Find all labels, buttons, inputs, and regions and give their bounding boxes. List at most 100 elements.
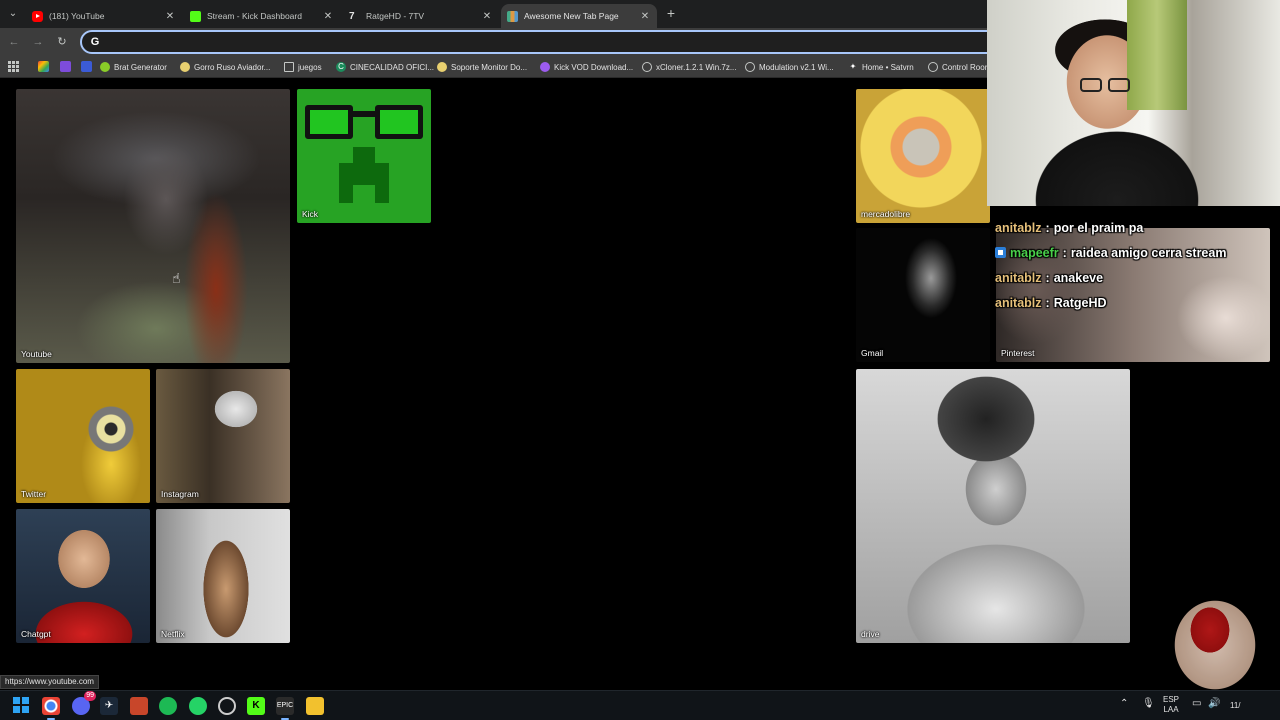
status-url-bubble: https://www.youtube.com <box>0 675 99 689</box>
bookmark-item[interactable]: ✦ Home • Satvrn <box>848 59 914 75</box>
steam-icon[interactable]: ✈ <box>100 697 118 715</box>
shortcut-netflix[interactable]: Netflix <box>156 509 290 643</box>
star-icon: ✦ <box>849 62 857 71</box>
close-icon[interactable]: ✕ <box>639 11 651 22</box>
back-arrow-icon[interactable]: ← <box>6 34 22 50</box>
bookmark-item[interactable]: Gorro Ruso Aviador... <box>180 59 270 75</box>
creeper-glasses-icon <box>305 105 423 139</box>
tab-youtube[interactable]: (181) YouTube ✕ <box>26 4 182 28</box>
shortcut-label: drive <box>861 629 880 639</box>
app-icon[interactable] <box>130 697 148 715</box>
bookmark-folder[interactable]: juegos <box>284 59 322 75</box>
bookmark-label: Soporte Monitor Do... <box>451 62 528 72</box>
twitch-bookmark-icon[interactable] <box>60 61 71 72</box>
bookmark-item[interactable]: Soporte Monitor Do... <box>437 59 527 75</box>
tab-new-tab-page[interactable]: Awesome New Tab Page ✕ <box>501 4 657 28</box>
bookmark-label: juegos <box>298 62 322 72</box>
address-input[interactable] <box>104 33 984 51</box>
file-explorer-icon[interactable] <box>306 697 324 715</box>
shortcut-label: Youtube <box>21 349 52 359</box>
chat-message: mapeefr : raidea amigo cerra stream <box>995 240 1280 265</box>
apps-grid-icon[interactable] <box>8 61 19 72</box>
chat-username: anitablz <box>995 295 1042 310</box>
shortcut-kick[interactable]: Kick <box>297 89 431 223</box>
chat-separator: : <box>1045 220 1050 235</box>
close-icon[interactable]: ✕ <box>322 11 334 22</box>
clock[interactable]: 11/ <box>1230 701 1241 711</box>
shortcut-label: Gmail <box>861 348 884 358</box>
bookmark-item[interactable]: Brat Generator <box>100 59 167 75</box>
chat-message: anitablz : anakeve <box>995 265 1280 290</box>
tab-title: Stream - Kick Dashboard <box>207 11 302 21</box>
tab-title: Awesome New Tab Page <box>524 11 619 21</box>
obs-icon[interactable] <box>218 697 236 715</box>
gmail-bookmark-icon[interactable] <box>38 61 49 72</box>
chat-text: raidea amigo cerra stream <box>1070 245 1227 260</box>
bookmark-label: Kick VOD Download... <box>554 62 634 72</box>
chrome-icon[interactable] <box>42 697 60 720</box>
chat-username: anitablz <box>995 220 1042 235</box>
language-indicator[interactable]: ESP LAA <box>1163 695 1179 715</box>
tray-chevron-icon[interactable]: ⌃ <box>1120 699 1128 709</box>
chat-text: anakeve <box>1053 270 1104 285</box>
microphone-icon[interactable]: 🎙 <box>1142 699 1155 709</box>
folder-icon <box>284 62 294 72</box>
webcam-overlay <box>987 0 1280 206</box>
google-g-icon: G <box>90 36 100 48</box>
bookmark-label: Home • Satvrn <box>862 62 914 72</box>
bookmark-item[interactable]: Modulation v2.1 Wi... <box>745 59 834 75</box>
bookmark-item[interactable]: xCloner.1.2.1 Win.7z... <box>642 59 736 75</box>
discord-icon[interactable]: 99 <box>72 691 96 715</box>
reload-icon[interactable]: ↻ <box>54 34 70 50</box>
tab-kick-dashboard[interactable]: Stream - Kick Dashboard ✕ <box>184 4 340 28</box>
epic-games-icon[interactable]: EPIC <box>276 697 294 720</box>
shortcut-label: Chatgpt <box>21 629 51 639</box>
close-icon[interactable]: ✕ <box>481 11 493 22</box>
bookmark-label: xCloner.1.2.1 Win.7z... <box>656 62 737 72</box>
close-icon[interactable]: ✕ <box>164 11 176 22</box>
bookmark-item[interactable]: Control Roor <box>928 59 987 75</box>
new-tab-grid-icon <box>507 10 518 22</box>
chat-text: RatgeHD <box>1053 295 1107 310</box>
kick-app-icon[interactable]: K <box>247 697 265 715</box>
shortcut-chatgpt[interactable]: Chatgpt <box>16 509 150 643</box>
spotify-icon[interactable] <box>159 697 177 715</box>
stream-chat-overlay: anitablz : por el praim pa mapeefr : rai… <box>995 215 1280 315</box>
kick-vod-icon <box>540 62 550 72</box>
chat-separator: : <box>1045 295 1050 310</box>
windows-taskbar: 99 ✈ K EPIC ⌃ 🎙 ESP LAA ▭ 🔊 11/ <box>0 690 1280 720</box>
bookmark-blue-icon[interactable] <box>81 61 92 72</box>
forward-arrow-icon[interactable]: → <box>30 34 46 50</box>
shortcut-label: Netflix <box>161 629 185 639</box>
display-icon[interactable]: ▭ <box>1192 699 1201 709</box>
bookmark-icon <box>180 62 190 72</box>
whatsapp-icon[interactable] <box>189 697 207 715</box>
tab-search-dropdown-icon[interactable]: ⌄ <box>4 5 22 23</box>
chat-username: anitablz <box>995 270 1042 285</box>
shortcut-gmail[interactable]: Gmail <box>856 228 990 362</box>
shortcut-drive[interactable]: drive <box>856 369 1130 643</box>
control-icon <box>928 62 938 72</box>
shortcut-youtube[interactable]: Youtube <box>16 89 290 363</box>
windows-start-icon[interactable] <box>12 697 30 715</box>
volume-icon[interactable]: 🔊 <box>1208 699 1220 709</box>
shortcut-instagram[interactable]: Instagram <box>156 369 290 503</box>
globe-icon <box>642 62 652 72</box>
shortcut-twitter[interactable]: Twitter <box>16 369 150 503</box>
webcam-glasses <box>1080 78 1134 94</box>
shortcut-mercadolibre[interactable]: mercadolibre <box>856 89 990 223</box>
bookmark-item[interactable]: Kick VOD Download... <box>540 59 633 75</box>
chat-text: por el praim pa <box>1053 220 1144 235</box>
webcam-background <box>1127 0 1187 110</box>
bookmark-label: Control Roor <box>942 62 988 72</box>
globe-icon <box>745 62 755 72</box>
bookmark-item[interactable]: C CINECALIDAD OFICI... <box>336 59 434 75</box>
brat-icon <box>100 62 110 72</box>
shortcut-label: Instagram <box>161 489 199 499</box>
chat-badge-icon <box>995 247 1006 258</box>
bookmark-label: Gorro Ruso Aviador... <box>194 62 271 72</box>
tab-7tv[interactable]: 7 RatgeHD - 7TV ✕ <box>343 4 499 28</box>
new-tab-plus-icon[interactable]: + <box>664 5 678 21</box>
shortcut-label: Kick <box>302 209 319 219</box>
omnibox[interactable]: G <box>80 30 1000 54</box>
